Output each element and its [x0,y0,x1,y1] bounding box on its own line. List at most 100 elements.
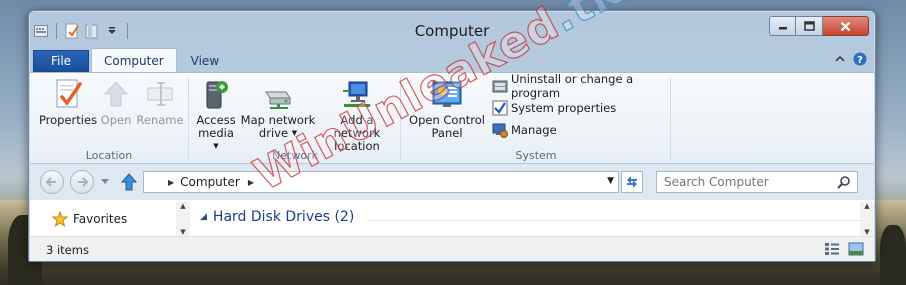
system-group: Open Control Panel Uninstall or change a… [402,72,670,165]
system-actions-list: Uninstall or change a program System pro… [492,72,670,138]
rename-button[interactable]: Rename [136,78,184,127]
title-bar[interactable]: Computer [29,11,875,47]
properties-label: Properties [38,113,98,127]
maximize-button[interactable] [796,16,823,36]
media-server-icon [200,78,232,110]
group-separator [400,77,401,161]
explorer-window: Computer File Computer View ? Properties… [28,10,876,262]
control-panel-icon [431,78,463,110]
breadcrumb-computer[interactable]: Computer [180,175,240,189]
map-network-drive-button[interactable]: Map network drive ▼ [240,78,316,140]
details-view-icon[interactable] [824,242,840,256]
access-media-button[interactable]: Access media ▼ [194,78,238,153]
rename-icon [144,78,176,110]
close-button[interactable] [823,16,869,36]
dropdown-arrow-icon: ▼ [291,129,298,137]
system-properties-icon [492,100,508,116]
navigation-bar: ▶ Computer ▶ ▼ [30,164,874,200]
view-switcher [824,242,864,256]
open-label: Open [100,113,132,127]
manage-label: Manage [511,123,557,137]
maximize-icon [803,21,815,31]
open-icon [100,78,132,110]
svg-text:?: ? [857,55,863,66]
window-title: Computer [414,22,490,40]
item-count: 3 items [46,243,89,257]
breadcrumb-chevron-icon[interactable]: ▶ [248,178,254,187]
system-group-label: System [515,149,557,162]
back-button[interactable] [40,170,64,194]
help-icon[interactable]: ? [853,52,867,66]
system-properties-button[interactable]: System properties [492,100,670,116]
map-network-drive-label-line2: drive [258,126,289,140]
collapse-triangle-icon[interactable]: ◢ [200,212,207,222]
window-controls [769,16,869,36]
network-drive-icon [262,78,294,110]
properties-icon [52,78,84,110]
file-list-scrollbar[interactable]: ▲ ▼ [860,202,874,236]
uninstall-program-button[interactable]: Uninstall or change a program [492,72,670,100]
network-group: Access media ▼ Map network drive ▼ Add a… [190,73,400,165]
address-bar[interactable]: ▶ Computer ▶ ▼ [143,171,619,193]
forward-arrow-icon [78,177,88,187]
tree-silhouette [880,225,906,285]
up-arrow-icon [121,173,137,191]
rename-label: Rename [136,113,184,127]
manage-button[interactable]: Manage [492,122,670,138]
minimize-icon [778,27,787,30]
recent-locations-button[interactable] [98,170,112,194]
search-box[interactable] [656,171,858,193]
close-icon [840,21,851,31]
navigation-pane: Favorites ▲ ▼ [30,200,190,236]
open-button[interactable]: Open [98,78,134,127]
scroll-down-icon[interactable]: ▼ [180,228,185,236]
address-dropdown-icon[interactable]: ▼ [607,176,614,186]
add-network-location-button[interactable]: Add a network location [316,78,398,153]
search-input[interactable] [664,175,829,189]
location-group: Properties Open Rename Location [30,73,188,165]
minimize-button[interactable] [769,16,796,36]
group-header-line [368,220,860,221]
breadcrumb-chevron-icon[interactable]: ▶ [168,178,174,187]
location-group-label: Location [85,149,133,162]
uninstall-program-label: Uninstall or change a program [511,72,634,100]
scroll-down-icon[interactable]: ▼ [864,228,869,236]
group-separator [670,77,671,161]
group-header-label: Hard Disk Drives (2) [212,209,355,225]
navpane-scrollbar[interactable]: ▲ ▼ [176,202,190,236]
scroll-up-icon[interactable]: ▲ [864,202,869,210]
open-control-panel-label-line2: Panel [431,126,463,140]
status-bar: 3 items [30,236,874,261]
open-control-panel-button[interactable]: Open Control Panel [406,78,488,140]
search-icon[interactable] [837,175,851,192]
scroll-up-icon[interactable]: ▲ [180,202,185,210]
back-arrow-icon [46,177,56,187]
network-location-icon [341,78,373,110]
refresh-icon [627,176,637,188]
properties-button[interactable]: Properties [38,78,98,127]
refresh-button[interactable] [621,171,643,193]
access-media-label-line2: media [198,126,234,140]
favorites-label: Favorites [73,212,128,226]
star-icon [52,211,68,227]
ribbon-right-controls: ? [835,52,867,66]
large-icons-view-icon[interactable] [848,242,864,256]
manage-icon [492,122,508,138]
content-area: Favorites ▲ ▼ ◢ Hard Disk Drives (2) ▲ ▼ [30,200,874,236]
system-properties-label: System properties [511,101,617,115]
up-button[interactable] [120,173,138,191]
tab-view[interactable]: View [179,50,231,72]
forward-button[interactable] [70,170,94,194]
chevron-down-icon [101,179,109,184]
add-network-location-label-line1: Add a network [333,113,381,140]
ribbon: Properties Open Rename Location Access m… [30,72,874,164]
network-group-label: Network [272,149,318,162]
tab-computer[interactable]: Computer [91,48,177,72]
ribbon-tabs: File Computer View [33,48,231,72]
programs-icon [492,78,508,94]
minimize-ribbon-icon[interactable] [835,55,845,63]
favorites-item[interactable]: Favorites [52,211,127,227]
tab-file[interactable]: File [33,50,89,72]
group-separator [188,77,189,161]
hard-disk-drives-group-header[interactable]: ◢ Hard Disk Drives (2) [200,209,354,225]
